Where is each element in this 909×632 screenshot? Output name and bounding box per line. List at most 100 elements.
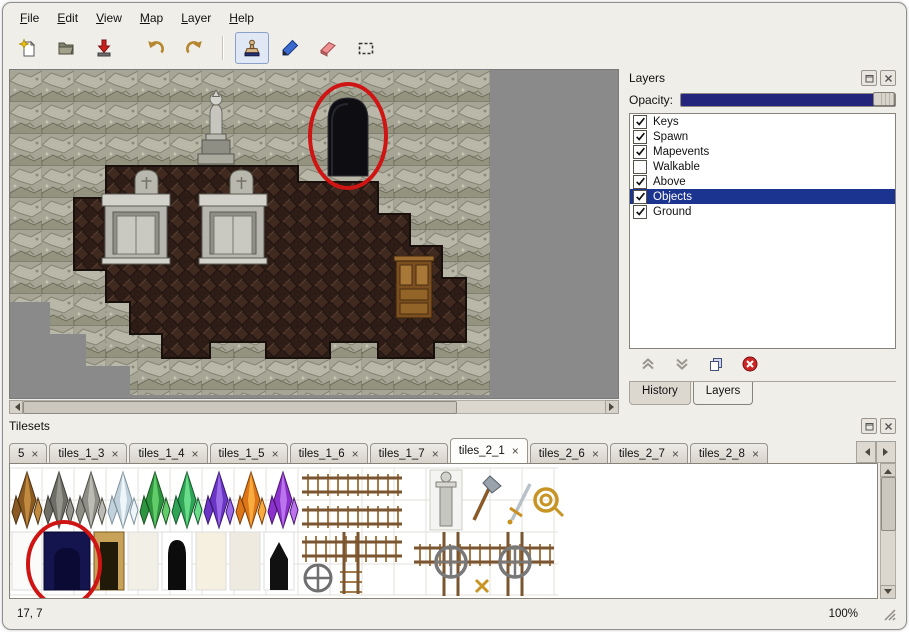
redo-button[interactable] xyxy=(177,32,211,64)
brush-tool-button[interactable] xyxy=(273,32,307,64)
map-horizontal-scrollbar[interactable] xyxy=(9,400,619,414)
tileset-tab-label: tiles_2_1 xyxy=(459,445,505,457)
layer-row-objects[interactable]: Objects xyxy=(630,189,895,204)
layer-delete-button[interactable] xyxy=(739,353,761,375)
layer-name: Above xyxy=(653,176,686,188)
layer-visibility-checkbox[interactable] xyxy=(633,175,647,189)
layer-row-keys[interactable]: Keys xyxy=(630,114,895,129)
tileset-tab-tiles_1_3[interactable]: tiles_1_3× xyxy=(49,443,127,463)
tab-close-icon[interactable]: × xyxy=(592,448,599,460)
check-icon xyxy=(635,191,646,202)
save-button[interactable] xyxy=(87,32,121,64)
tileset-tab-tiles_2_7[interactable]: tiles_2_7× xyxy=(610,443,688,463)
scroll-down-button[interactable] xyxy=(880,585,896,599)
menu-file[interactable]: File xyxy=(11,8,48,28)
layer-name: Objects xyxy=(653,191,692,203)
layer-visibility-checkbox[interactable] xyxy=(633,205,647,219)
tab-close-icon[interactable]: × xyxy=(272,448,279,460)
menu-help[interactable]: Help xyxy=(220,8,263,28)
layer-name: Walkable xyxy=(653,161,700,173)
toolbar-separator xyxy=(222,36,224,60)
tab-scroll-right-button[interactable] xyxy=(876,441,896,463)
cream-tile xyxy=(196,532,226,590)
resize-grip-icon[interactable] xyxy=(882,607,898,623)
tileset-tab-label: tiles_1_6 xyxy=(299,448,345,460)
float-panel-button[interactable] xyxy=(861,418,877,434)
zoom-level: 100% xyxy=(829,608,858,620)
tab-close-icon[interactable]: × xyxy=(192,448,199,460)
layer-visibility-checkbox[interactable] xyxy=(633,130,647,144)
layer-move-down-button[interactable] xyxy=(671,353,693,375)
tileset-tab-tiles_2_1[interactable]: tiles_2_1 × xyxy=(450,438,528,463)
map-canvas[interactable] xyxy=(9,69,619,399)
layer-row-walkable[interactable]: Walkable xyxy=(630,159,895,174)
close-panel-button[interactable] xyxy=(880,418,896,434)
tileset-tab-tiles_2_8[interactable]: tiles_2_8× xyxy=(690,443,768,463)
scroll-right-button[interactable] xyxy=(605,400,619,414)
scroll-up-button[interactable] xyxy=(880,463,896,477)
duplicate-icon xyxy=(707,355,725,373)
tileset-tab-tiles_2_6[interactable]: tiles_2_6× xyxy=(530,443,608,463)
layer-row-spawn[interactable]: Spawn xyxy=(630,129,895,144)
tileset-canvas[interactable] xyxy=(9,463,878,599)
tileset-tab-tiles_1_4[interactable]: tiles_1_4× xyxy=(129,443,207,463)
tab-close-icon[interactable]: × xyxy=(111,448,118,460)
layer-visibility-checkbox[interactable] xyxy=(633,190,647,204)
layer-visibility-checkbox[interactable] xyxy=(633,160,647,174)
tab-close-icon[interactable]: × xyxy=(432,448,439,460)
layer-visibility-checkbox[interactable] xyxy=(633,115,647,129)
close-panel-button[interactable] xyxy=(880,70,896,86)
float-panel-button[interactable] xyxy=(861,70,877,86)
opacity-slider-handle[interactable] xyxy=(873,92,895,106)
tab-close-icon[interactable]: × xyxy=(752,448,759,460)
new-map-button[interactable] xyxy=(11,32,45,64)
eraser-tool-button[interactable] xyxy=(311,32,345,64)
tab-history[interactable]: History xyxy=(629,382,691,405)
check-icon xyxy=(635,146,646,157)
scroll-left-button[interactable] xyxy=(9,400,23,414)
tab-close-icon[interactable]: × xyxy=(672,448,679,460)
float-icon xyxy=(865,422,874,431)
scroll-thumb[interactable] xyxy=(881,477,896,531)
tileset-tab-tiles_1_7[interactable]: tiles_1_7 × xyxy=(370,443,448,463)
vertical-splitter[interactable] xyxy=(619,69,629,414)
undo-arrow-icon xyxy=(146,38,166,58)
dark-doorway-sprite xyxy=(328,98,368,176)
eraser-icon xyxy=(318,38,338,58)
tileset-tab-5[interactable]: 5× xyxy=(9,443,47,463)
layer-row-mapevents[interactable]: Mapevents xyxy=(630,144,895,159)
tileset-tab-tiles_1_5[interactable]: tiles_1_5 × xyxy=(210,443,288,463)
tab-scroll-left-button[interactable] xyxy=(856,441,876,463)
main-toolbar xyxy=(11,30,383,66)
stamp-tool-button[interactable] xyxy=(235,32,269,64)
tab-close-icon[interactable]: × xyxy=(512,445,519,457)
menu-layer[interactable]: Layer xyxy=(172,8,220,28)
opacity-slider[interactable] xyxy=(680,93,896,107)
layer-duplicate-button[interactable] xyxy=(705,353,727,375)
tab-close-icon[interactable]: × xyxy=(31,448,38,460)
tilesets-panel-title: Tilesets xyxy=(9,419,858,433)
save-download-icon xyxy=(94,38,114,58)
undo-button[interactable] xyxy=(139,32,173,64)
tilesets-panel: Tilesets 5×tiles_1_3×tiles_1_4×tiles_1_5… xyxy=(9,417,896,601)
menu-edit[interactable]: Edit xyxy=(48,8,87,28)
open-button[interactable] xyxy=(49,32,83,64)
tab-layers[interactable]: Layers xyxy=(693,382,754,405)
layer-move-up-button[interactable] xyxy=(637,353,659,375)
menu-map[interactable]: Map xyxy=(131,8,172,28)
selection-rectangle-icon xyxy=(356,38,376,58)
menu-bar: FileEditViewMapLayerHelp xyxy=(11,6,263,29)
layer-row-above[interactable]: Above xyxy=(630,174,895,189)
tileset-tab-label: tiles_1_7 xyxy=(379,448,425,460)
tileset-tab-tiles_1_6[interactable]: tiles_1_6 × xyxy=(290,443,368,463)
tileset-tab-label: tiles_1_5 xyxy=(219,448,265,460)
tab-close-icon[interactable]: × xyxy=(352,448,359,460)
layer-name: Keys xyxy=(653,116,679,128)
opacity-slider-fill xyxy=(681,94,895,106)
layer-visibility-checkbox[interactable] xyxy=(633,145,647,159)
select-tool-button[interactable] xyxy=(349,32,383,64)
scroll-thumb[interactable] xyxy=(23,401,457,414)
menu-view[interactable]: View xyxy=(87,8,131,28)
layer-row-ground[interactable]: Ground xyxy=(630,204,895,219)
tileset-vertical-scrollbar[interactable] xyxy=(880,463,896,599)
